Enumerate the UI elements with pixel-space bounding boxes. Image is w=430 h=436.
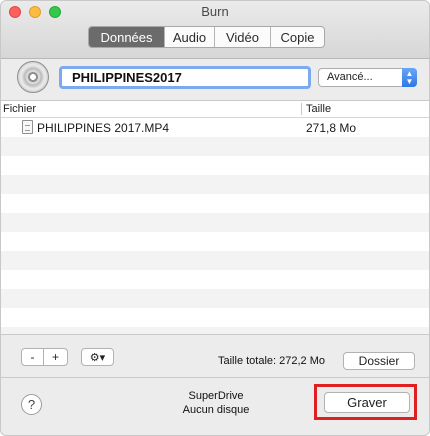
drive-status: Aucun disque bbox=[182, 404, 250, 416]
help-icon[interactable]: ? bbox=[21, 394, 42, 415]
drive-info: SuperDrive Aucun disque bbox=[161, 389, 271, 417]
remove-item-button[interactable]: - bbox=[21, 348, 44, 366]
tab-donnees[interactable]: Données bbox=[89, 27, 164, 47]
empty-row bbox=[1, 137, 429, 156]
empty-row bbox=[1, 270, 429, 289]
select-arrows-icon: ▲ ▼ bbox=[402, 68, 417, 87]
tab-audio[interactable]: Audio bbox=[164, 27, 214, 47]
tab-video[interactable]: Vidéo bbox=[214, 27, 270, 47]
folder-button[interactable]: Dossier bbox=[343, 352, 415, 370]
total-size-label: Taille totale: 272,2 Mo bbox=[218, 355, 326, 367]
burn-window: Burn Données Audio Vidéo Copie Avancé...… bbox=[0, 0, 430, 436]
column-header-size[interactable]: Taille bbox=[306, 103, 331, 115]
burn-button[interactable]: Graver bbox=[324, 392, 410, 413]
file-name: PHILIPPINES 2017.MP4 bbox=[37, 121, 170, 135]
empty-row bbox=[1, 194, 429, 213]
list-header: Fichier Taille bbox=[1, 101, 429, 118]
empty-row bbox=[1, 213, 429, 232]
advanced-popup[interactable]: Avancé... ▲ ▼ bbox=[318, 68, 417, 87]
footer-divider bbox=[1, 377, 429, 378]
gear-icon[interactable]: ⚙▾ bbox=[81, 348, 114, 366]
empty-row bbox=[1, 327, 429, 334]
file-size: 271,8 Mo bbox=[306, 121, 357, 135]
empty-row bbox=[1, 308, 429, 327]
column-divider bbox=[301, 103, 302, 115]
window-title: Burn bbox=[201, 4, 229, 19]
empty-row bbox=[1, 251, 429, 270]
advanced-popup-label: Avancé... bbox=[327, 71, 373, 83]
empty-row bbox=[1, 175, 429, 194]
cd-disc-icon bbox=[17, 61, 49, 93]
tab-copie[interactable]: Copie bbox=[270, 27, 324, 47]
empty-row bbox=[1, 232, 429, 251]
empty-row bbox=[1, 156, 429, 175]
add-item-button[interactable]: + bbox=[43, 348, 68, 366]
table-row[interactable]: PHILIPPINES 2017.MP4 271,8 Mo bbox=[1, 118, 429, 137]
drive-name: SuperDrive bbox=[188, 390, 244, 402]
mode-segmented-control: Données Audio Vidéo Copie bbox=[88, 26, 325, 48]
disc-name-input[interactable] bbox=[59, 66, 311, 89]
document-icon bbox=[22, 120, 33, 134]
file-list[interactable]: Fichier Taille PHILIPPINES 2017.MP4 271,… bbox=[1, 100, 429, 335]
empty-row bbox=[1, 289, 429, 308]
column-header-file[interactable]: Fichier bbox=[3, 103, 36, 115]
title-bar: Burn Données Audio Vidéo Copie bbox=[1, 1, 429, 59]
